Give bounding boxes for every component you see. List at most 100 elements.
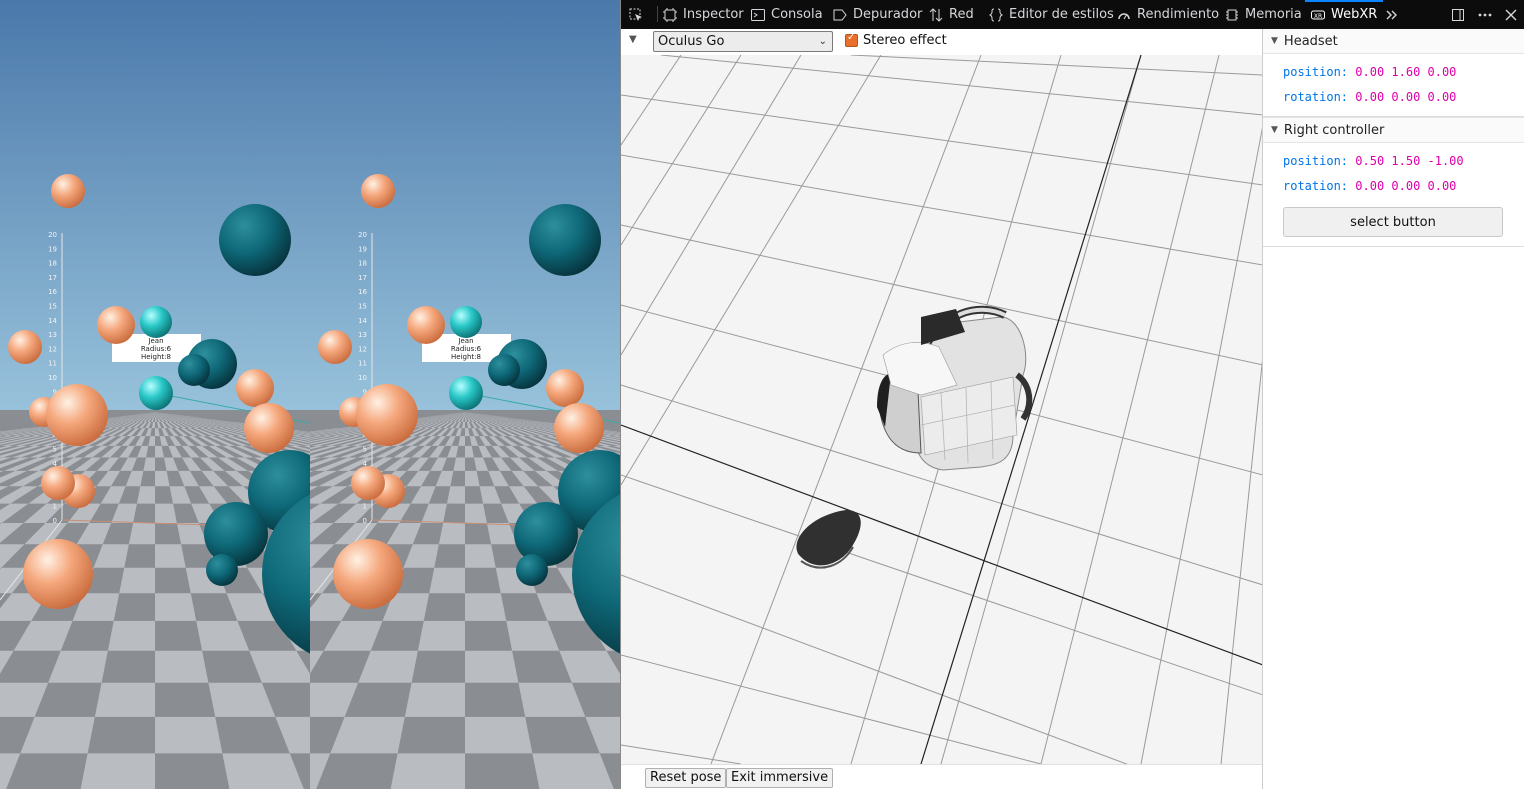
sphere [51, 174, 85, 208]
sphere [206, 554, 238, 586]
stereo-effect-toggle[interactable]: Stereo effect [845, 32, 947, 48]
axis-tick-label: 15 [358, 303, 367, 311]
axis-tick-label: 19 [48, 245, 57, 253]
double-chevron-icon [1386, 10, 1397, 19]
tab-editor-de-estilos[interactable]: Editor de estilos [989, 0, 1114, 29]
sphere [236, 369, 274, 407]
right-controller-section-header[interactable]: ▼ Right controller [1263, 117, 1524, 143]
axis-tick-label: 1 [363, 503, 367, 511]
more-tabs-chevron-icon[interactable] [1385, 0, 1399, 29]
headset-section-header[interactable]: ▼ Headset [1263, 29, 1524, 54]
svg-text:XR: XR [1314, 13, 1322, 20]
performance-icon [1118, 12, 1130, 19]
axis-tick-label: 12 [48, 345, 57, 353]
dock-icon [1452, 8, 1464, 21]
axis-tick-label: 10 [358, 374, 367, 382]
emulator-3d-scene[interactable] [621, 55, 1263, 764]
stereo-checkbox[interactable] [845, 32, 858, 47]
inspector-icon [663, 7, 677, 22]
chevron-down-icon: ⌄ [818, 36, 827, 47]
sphere [139, 376, 173, 410]
controller-position[interactable]: position: 0.50 1.50 -1.00 [1283, 149, 1524, 174]
tab-red[interactable]: Red [929, 0, 974, 29]
sphere [356, 384, 418, 446]
expand-triangle-icon: ▼ [1271, 36, 1278, 46]
element-picker-button[interactable] [629, 0, 643, 29]
tab-inspector[interactable]: Inspector [663, 0, 744, 29]
sphere [318, 330, 352, 364]
exit-immersive-button[interactable]: Exit immersive [726, 768, 834, 788]
axis-tick-label: 1 [53, 503, 57, 511]
axis-tick-label: 16 [358, 288, 367, 296]
console-icon [751, 8, 765, 21]
right-eye-scene: 20191817161514131211109876543210JeanRadi… [310, 0, 620, 789]
axis-tick-label: 15 [48, 303, 57, 311]
axis-tick-label: 14 [358, 317, 367, 325]
emulator-bottom-bar: Reset pose Exit immersive [621, 764, 1262, 789]
axis-tick-label: 5 [53, 446, 57, 454]
debugger-icon [833, 9, 847, 20]
expand-triangle-icon: ▼ [1271, 125, 1278, 135]
style-editor-icon [989, 8, 1003, 21]
svg-text:Jean: Jean [457, 337, 473, 345]
axis-tick-label: 20 [358, 231, 367, 239]
sphere [333, 539, 403, 609]
axis-tick-label: 10 [48, 374, 57, 382]
svg-text:Radius:6: Radius:6 [141, 345, 172, 353]
device-select[interactable]: Oculus Go ⌄ [653, 31, 833, 52]
axis-tick-label: 19 [358, 245, 367, 253]
tab-webxr[interactable]: XR WebXR [1304, 0, 1384, 29]
sphere [41, 466, 75, 500]
axis-tick-label: 18 [358, 260, 367, 268]
axis-tick-label: 11 [48, 360, 57, 368]
sphere [351, 466, 385, 500]
controller-rotation[interactable]: rotation: 0.00 0.00 0.00 [1283, 174, 1524, 199]
vr-stereo-canvas[interactable]: 20191817161514131211109876543210JeanRadi… [0, 0, 620, 789]
sphere [450, 306, 482, 338]
select-button[interactable]: select button [1283, 207, 1503, 237]
reset-pose-button[interactable]: Reset pose [645, 768, 727, 788]
dock-toggle-button[interactable] [1451, 0, 1465, 29]
sphere [488, 354, 520, 386]
device-properties-panel: ▼ Headset position: 0.00 1.60 0.00 rotat… [1263, 29, 1524, 789]
tab-consola[interactable]: Consola [751, 0, 823, 29]
axis-tick-label: 14 [48, 317, 57, 325]
sphere [23, 539, 93, 609]
picker-icon [629, 8, 642, 21]
network-icon [929, 7, 943, 22]
emulator-toolbar: ▼ Oculus Go ⌄ Stereo effect [621, 29, 1262, 56]
axis-tick-label: 5 [363, 446, 367, 454]
axis-tick-label: 20 [48, 231, 57, 239]
tab-depurador[interactable]: Depurador [833, 0, 922, 29]
axis-tick-label: 0 [363, 517, 367, 525]
close-devtools-button[interactable] [1505, 0, 1517, 29]
tab-rendimiento[interactable]: Rendimiento [1117, 0, 1219, 29]
axis-tick-label: 18 [48, 260, 57, 268]
webxr-emulator-view: ▼ Oculus Go ⌄ Stereo effect [621, 29, 1263, 789]
svg-text:Height:8: Height:8 [451, 353, 481, 361]
sphere [361, 174, 395, 208]
axis-tick-label: 13 [48, 331, 57, 339]
tab-memoria[interactable]: Memoria [1225, 0, 1302, 29]
sphere [140, 306, 172, 338]
devtools-window: Inspector Consola Depurador Red Editor d… [620, 0, 1524, 789]
sphere [8, 330, 42, 364]
sphere [244, 403, 294, 453]
sphere [97, 306, 135, 344]
right-controller-properties: position: 0.50 1.50 -1.00 rotation: 0.00… [1263, 143, 1524, 247]
headset-position[interactable]: position: 0.00 1.60 0.00 [1283, 60, 1524, 85]
headset-rotation[interactable]: rotation: 0.00 0.00 0.00 [1283, 85, 1524, 110]
sphere [529, 204, 601, 276]
left-eye-scene: 20191817161514131211109876543210JeanRadi… [0, 0, 310, 789]
collapse-triangle-icon[interactable]: ▼ [629, 34, 637, 45]
left-eye-view: 20191817161514131211109876543210JeanRadi… [0, 0, 310, 789]
sphere [46, 384, 108, 446]
right-eye-view: 20191817161514131211109876543210JeanRadi… [310, 0, 620, 789]
sphere [546, 369, 584, 407]
close-icon [1505, 9, 1517, 20]
sphere [449, 376, 483, 410]
axis-tick-label: 17 [358, 274, 367, 282]
axis-tick-label: 12 [358, 345, 367, 353]
sphere [219, 204, 291, 276]
options-menu-button[interactable] [1477, 0, 1493, 29]
